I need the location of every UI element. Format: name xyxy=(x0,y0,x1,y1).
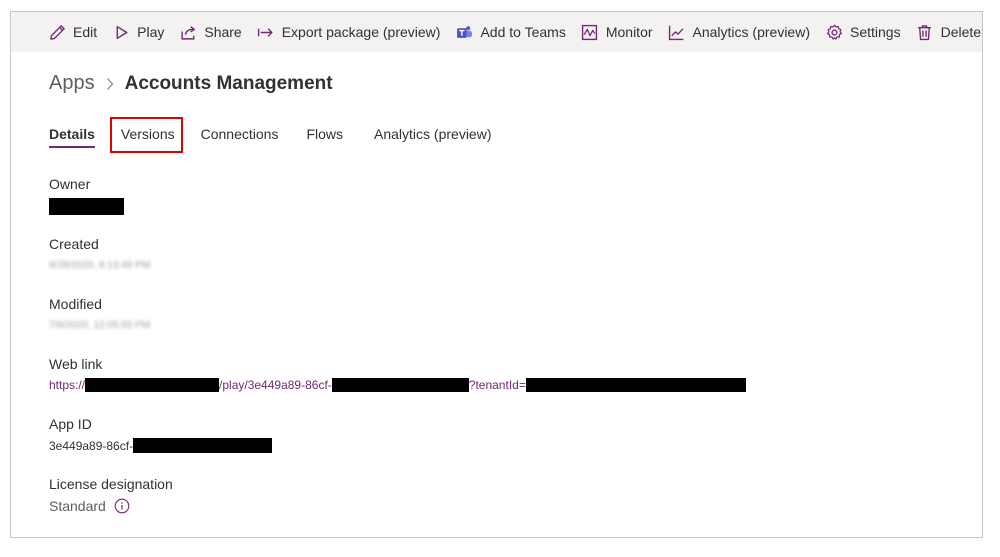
info-icon[interactable] xyxy=(114,498,130,514)
web-link-field: Web link https:// /play/3e449a89-86cf- ?… xyxy=(49,356,746,392)
web-link-part-1: https:// xyxy=(49,378,86,392)
created-label: Created xyxy=(49,236,99,252)
breadcrumb: Apps Accounts Management xyxy=(49,72,333,95)
delete-button[interactable]: Delete xyxy=(916,23,981,41)
web-link-label: Web link xyxy=(49,356,103,372)
tab-analytics[interactable]: Analytics (preview) xyxy=(374,124,491,148)
web-link-part-2: /play/3e449a89-86cf- xyxy=(219,378,332,392)
share-icon xyxy=(179,23,197,41)
page-title: Accounts Management xyxy=(124,72,333,94)
app-id-field: App ID 3e449a89-86cf- xyxy=(49,416,273,453)
add-to-teams-label: Add to Teams xyxy=(480,24,566,40)
license-value: Standard xyxy=(49,498,106,514)
modified-value: 7/6/2020, 12:05:55 PM xyxy=(49,320,151,331)
analytics-button[interactable]: Analytics (preview) xyxy=(668,23,810,41)
tab-bar: Details Versions Connections Flows Analy… xyxy=(49,117,492,154)
monitor-label: Monitor xyxy=(605,24,653,40)
play-icon xyxy=(112,23,130,41)
redaction-bar xyxy=(525,378,746,392)
edit-button[interactable]: Edit xyxy=(48,23,97,41)
redaction-bar xyxy=(133,438,273,453)
created-value: 6/28/2020, 8:13:49 PM xyxy=(49,260,151,271)
owner-label: Owner xyxy=(49,176,91,192)
redaction-bar xyxy=(331,378,469,392)
license-value-row: Standard xyxy=(49,498,173,514)
gear-icon xyxy=(825,23,843,41)
export-arrow-icon xyxy=(257,23,275,41)
app-id-prefix: 3e449a89-86cf- xyxy=(49,438,134,453)
web-link-part-3: ?tenantId= xyxy=(468,378,526,392)
tab-connections[interactable]: Connections xyxy=(201,124,279,148)
chevron-right-icon xyxy=(105,77,115,91)
tab-versions[interactable]: Versions xyxy=(109,117,183,153)
play-label: Play xyxy=(137,24,165,40)
tab-flows[interactable]: Flows xyxy=(306,124,343,148)
redaction-bar xyxy=(85,378,220,392)
modified-field: Modified 7/6/2020, 12:05:55 PM xyxy=(49,296,150,331)
trash-icon xyxy=(916,23,934,41)
share-label: Share xyxy=(204,24,242,40)
share-button[interactable]: Share xyxy=(179,23,242,41)
edit-label: Edit xyxy=(73,24,98,40)
owner-field: Owner xyxy=(49,176,124,216)
license-label: License designation xyxy=(49,476,173,492)
teams-icon xyxy=(455,23,473,41)
analytics-icon xyxy=(668,23,686,41)
web-link[interactable]: https:// /play/3e449a89-86cf- ?tenantId= xyxy=(49,378,746,392)
app-id-value: 3e449a89-86cf- xyxy=(49,438,273,453)
license-field: License designation Standard xyxy=(49,476,173,514)
command-bar: Edit Play Share Export package (preview)… xyxy=(11,12,982,52)
app-id-label: App ID xyxy=(49,416,92,432)
owner-value xyxy=(49,198,124,216)
play-button[interactable]: Play xyxy=(112,23,164,41)
export-package-label: Export package (preview) xyxy=(281,24,441,40)
monitor-icon xyxy=(581,23,599,41)
tab-details[interactable]: Details xyxy=(49,124,95,148)
redaction-bar xyxy=(49,198,124,216)
pencil-icon xyxy=(48,23,66,41)
settings-label: Settings xyxy=(850,24,901,40)
analytics-label: Analytics (preview) xyxy=(692,24,810,40)
tab-versions-label: Versions xyxy=(120,126,175,142)
app-details-panel: Edit Play Share Export package (preview)… xyxy=(10,11,983,538)
add-to-teams-button[interactable]: Add to Teams xyxy=(455,23,566,41)
created-field: Created 6/28/2020, 8:13:49 PM xyxy=(49,236,150,271)
delete-label: Delete xyxy=(940,24,982,40)
export-package-button[interactable]: Export package (preview) xyxy=(257,23,441,41)
monitor-button[interactable]: Monitor xyxy=(581,23,653,41)
settings-button[interactable]: Settings xyxy=(825,23,901,41)
modified-label: Modified xyxy=(49,296,102,312)
breadcrumb-apps-link[interactable]: Apps xyxy=(49,72,95,95)
